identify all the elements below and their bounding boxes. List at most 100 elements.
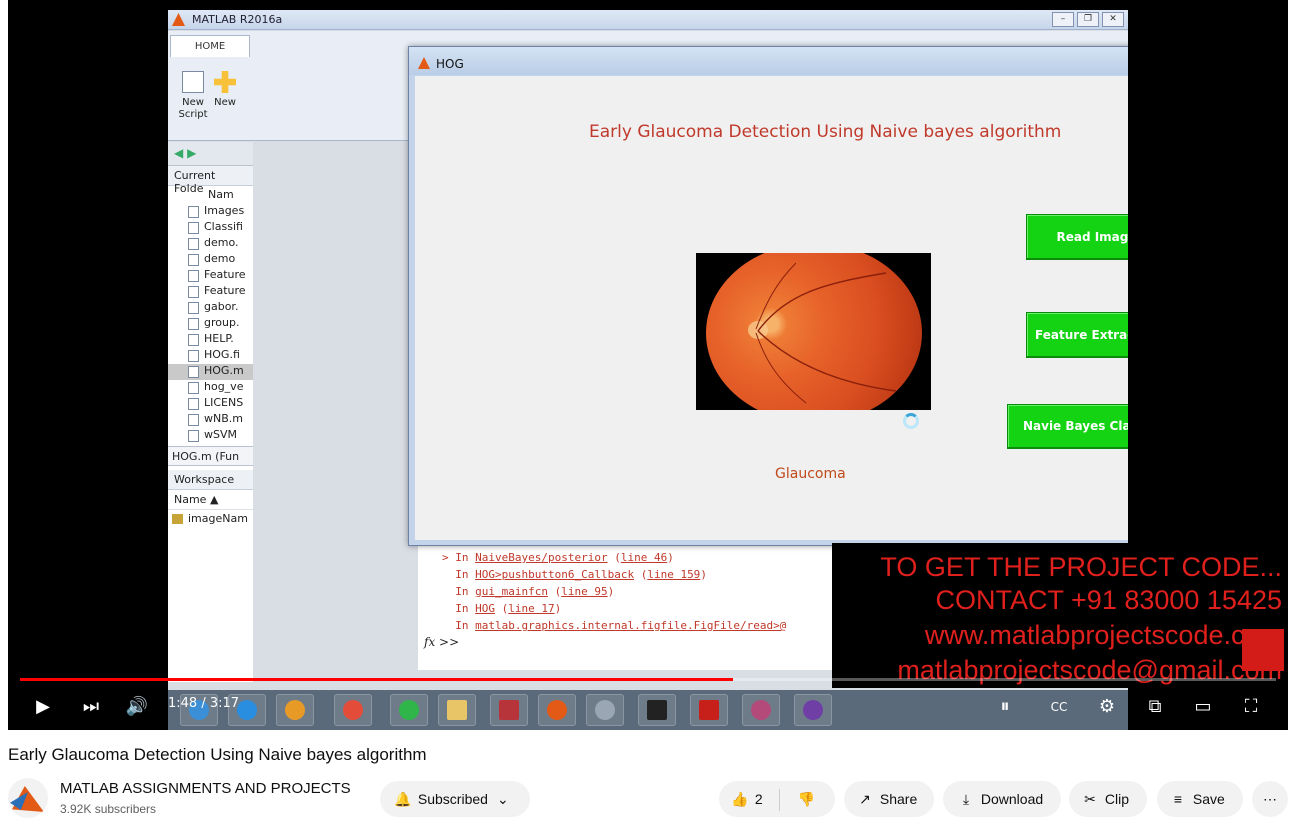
tab-home[interactable]: HOME	[170, 35, 250, 57]
file-item[interactable]: Feature	[168, 284, 253, 300]
file-item[interactable]: wNB.m	[168, 412, 253, 428]
file-name: HOG.fi	[204, 348, 240, 361]
settings-gear-icon[interactable]: ⚙	[1094, 694, 1120, 720]
file-name: group.	[204, 316, 240, 329]
cmd-prefix: In	[442, 619, 476, 632]
new-script-button[interactable]: New Script	[176, 71, 210, 121]
file-icon	[188, 270, 199, 282]
file-item[interactable]: HOG.m	[168, 364, 253, 380]
file-item[interactable]: HOG.fi	[168, 348, 253, 364]
subscriber-count: 3.92K subscribers	[60, 802, 157, 816]
file-item[interactable]: demo.	[168, 236, 253, 252]
cmd-link[interactable]: HOG	[475, 602, 495, 615]
cmd-line-link[interactable]: line 95	[561, 585, 607, 598]
fx-prompt[interactable]: fx >>	[424, 635, 459, 649]
channel-name[interactable]: MATLAB ASSIGNMENTS AND PROJECTS	[60, 780, 351, 797]
save-button[interactable]: ≡ Save	[1157, 781, 1243, 817]
naive-bayes-classify-button[interactable]: Navie Bayes Classify	[1007, 404, 1128, 449]
file-item[interactable]: hog_ve	[168, 380, 253, 396]
share-icon: ↗	[859, 791, 871, 807]
hog-figure-window: HOG – □ ✕ Early Glaucoma Detection Using…	[408, 46, 1128, 546]
file-icon	[188, 350, 199, 362]
cmd-paren: )	[554, 602, 562, 615]
minimize-icon[interactable]: –	[1052, 12, 1074, 27]
matlab-title: MATLAB R2016a	[192, 13, 283, 26]
cmd-link[interactable]: NaiveBayes/posterior	[475, 551, 607, 564]
file-icon	[188, 286, 199, 298]
play-icon[interactable]: ▶	[30, 694, 56, 720]
file-item[interactable]: gabor.	[168, 300, 253, 316]
theater-mode-icon[interactable]: ▭	[1190, 694, 1216, 720]
close-icon[interactable]: ✕	[1102, 12, 1124, 27]
autoplay-toggle[interactable]: ⏸	[992, 694, 1018, 720]
file-item[interactable]: HELP.	[168, 332, 253, 348]
feature-extraction-button[interactable]: Feature Extraction	[1026, 312, 1128, 358]
new-script-label: New Script	[178, 97, 208, 120]
cmd-line-link[interactable]: line 17	[508, 602, 554, 615]
file-item[interactable]: Classifi	[168, 220, 253, 236]
restore-icon[interactable]: ❐	[1077, 12, 1099, 27]
script-icon	[182, 71, 204, 93]
back-arrow-icon[interactable]: ◀	[174, 146, 183, 160]
file-icon	[188, 414, 199, 426]
subscribed-button[interactable]: 🔔 Subscribed ⌄	[380, 781, 530, 817]
save-label: Save	[1192, 791, 1225, 807]
captions-icon[interactable]: CC	[1046, 694, 1072, 720]
file-name: Classifi	[204, 220, 243, 233]
progress-bar[interactable]	[20, 678, 1276, 681]
file-icon	[188, 206, 199, 218]
clip-button[interactable]: ✂ Clip	[1069, 781, 1147, 817]
file-item[interactable]: group.	[168, 316, 253, 332]
matlab-figure-icon	[418, 57, 430, 69]
file-item[interactable]: Images	[168, 204, 253, 220]
miniplayer-icon[interactable]: ⧉	[1142, 694, 1168, 720]
workspace-name-column[interactable]: Name ▲	[168, 490, 253, 510]
like-count[interactable]: 2	[755, 791, 763, 807]
cmd-link[interactable]: gui_mainfcn	[475, 585, 548, 598]
more-actions-button[interactable]: ⋯	[1252, 781, 1288, 817]
stamp-logo	[1242, 629, 1284, 671]
file-status: HOG.m (Fun	[168, 446, 253, 466]
channel-avatar[interactable]	[8, 778, 48, 818]
video-title: Early Glaucoma Detection Using Naive bay…	[8, 745, 427, 764]
promo-line-3: www.matlabprojectscode.com	[924, 620, 1282, 650]
cmd-paren: (	[634, 568, 648, 581]
forward-arrow-icon[interactable]: ▶	[187, 146, 196, 160]
cmd-line-link[interactable]: line 46	[621, 551, 667, 564]
next-icon[interactable]: ⏭	[78, 694, 104, 720]
file-name: HOG.m	[204, 364, 244, 377]
progress-fill	[20, 678, 734, 681]
file-icon	[188, 238, 199, 250]
workspace-variable[interactable]: imageNam	[168, 510, 253, 528]
cmd-prefix: In	[442, 585, 476, 598]
video-player[interactable]: MATLAB R2016a – ❐ ✕ HOME New Script New …	[8, 0, 1288, 730]
fullscreen-icon[interactable]: ⛶	[1238, 694, 1264, 720]
cmd-line-link[interactable]: line 159	[647, 568, 700, 581]
cmd-link[interactable]: HOG>pushbutton6_Callback	[475, 568, 634, 581]
file-name: demo.	[204, 236, 239, 249]
gui-heading: Early Glaucoma Detection Using Naive bay…	[589, 122, 1062, 142]
plus-icon	[214, 71, 236, 93]
command-window[interactable]: object returned by fitcnb instead. > In …	[418, 530, 838, 670]
file-name: HELP.	[204, 332, 234, 345]
file-item[interactable]: wSVM	[168, 428, 253, 444]
download-button[interactable]: ⤓ Download	[943, 781, 1061, 817]
read-image-button[interactable]: Read Image	[1026, 214, 1128, 260]
cmd-link[interactable]: matlab.graphics.internal.figfile.FigFile…	[475, 619, 786, 632]
like-icon[interactable]: 👍	[729, 781, 751, 817]
new-button[interactable]: New	[214, 71, 236, 109]
file-name: wSVM	[204, 428, 237, 441]
volume-icon[interactable]: 🔊	[124, 694, 150, 720]
cmd-trace-line: > In NaiveBayes/posterior (line 46)	[442, 549, 838, 566]
file-item[interactable]: Feature	[168, 268, 253, 284]
file-item[interactable]: demo	[168, 252, 253, 268]
dislike-icon[interactable]: 👎	[795, 781, 817, 817]
bell-icon: 🔔	[394, 791, 412, 807]
promo-overlay: TO GET THE PROJECT CODE... CONTACT +91 8…	[832, 543, 1288, 688]
share-button[interactable]: ↗ Share	[844, 781, 934, 817]
hog-window-title: HOG	[436, 57, 464, 71]
retina-vessels	[755, 262, 897, 404]
file-name: LICENS	[204, 396, 244, 409]
file-item[interactable]: LICENS	[168, 396, 253, 412]
cmd-paren: )	[607, 585, 615, 598]
